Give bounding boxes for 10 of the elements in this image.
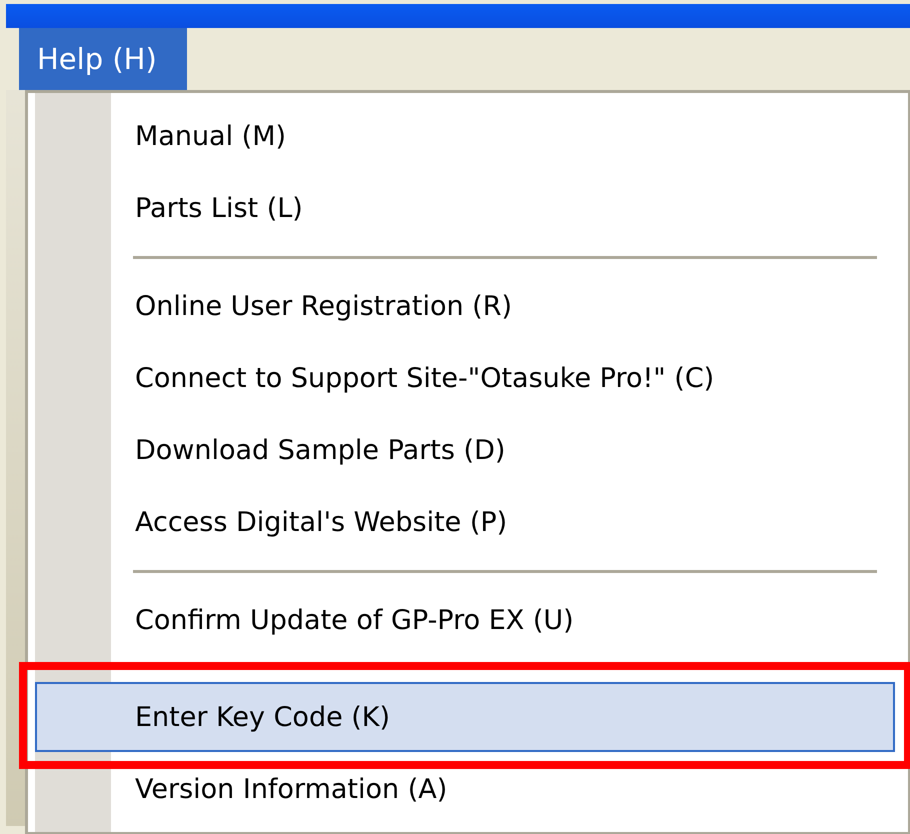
menu-item[interactable]: Online User Registration (R) [34,270,901,342]
menu-item[interactable]: Confirm Update of GP-Pro EX (U) [34,584,901,656]
menu-item[interactable]: Access Digital's Website (P) [34,486,901,558]
menu-item[interactable]: Download Sample Parts (D) [34,414,901,486]
menu-bar-item[interactable]: Help (H) [19,28,187,90]
menu-item[interactable]: Version Information (A) [34,753,901,825]
menu-item[interactable]: Manual (M) [34,100,901,172]
menu-item[interactable]: Connect to Support Site-"Otasuke Pro!" (C) [34,342,901,414]
menu-item[interactable]: Enter Key Code (K) [34,682,895,752]
menu-item[interactable]: Parts List (L) [34,172,901,244]
